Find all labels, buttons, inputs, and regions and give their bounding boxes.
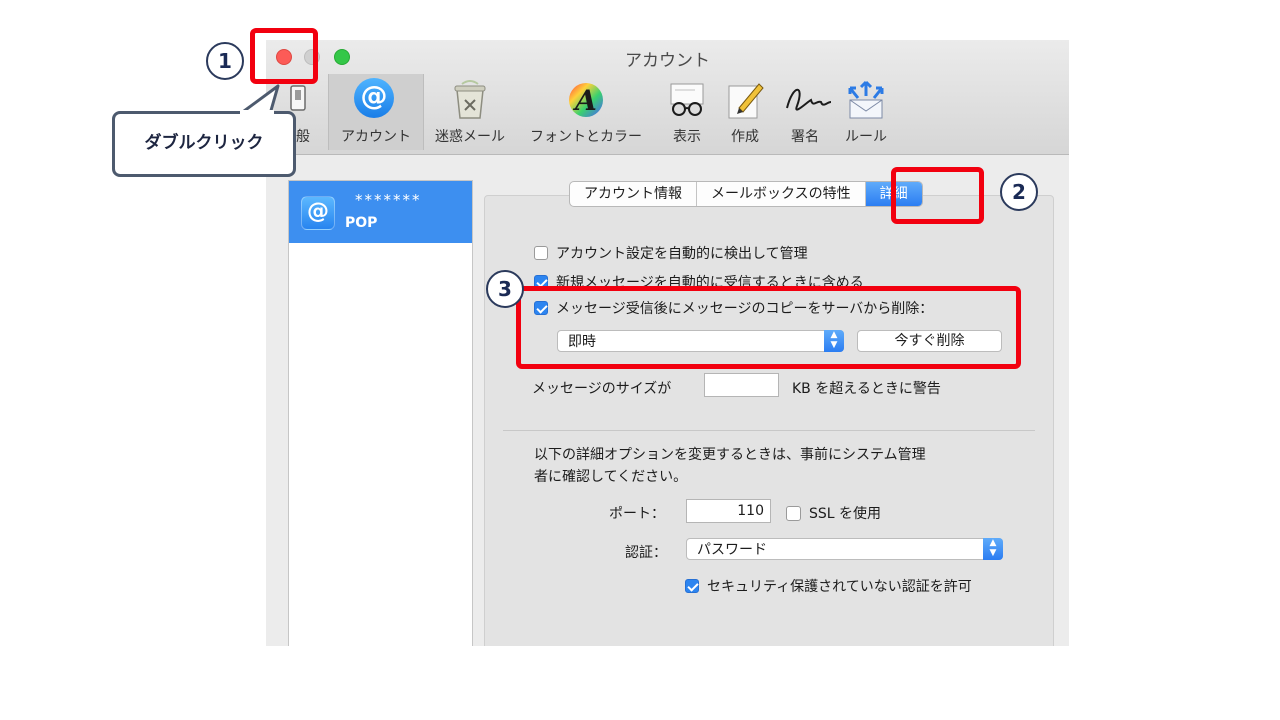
junk-trash-icon — [448, 78, 492, 122]
advanced-note-line1: 以下の詳細オプションを変更するときは、事前にシステム管理 — [534, 447, 926, 463]
insecure-auth-row: セキュリティ保護されていない認証を許可 — [685, 576, 972, 596]
rules-envelope-icon — [844, 78, 888, 122]
size-warning-prefix: メッセージのサイズが — [532, 381, 672, 397]
auth-value: パスワード — [697, 542, 767, 558]
size-warning-suffix: KB を超えるときに警告 — [792, 381, 941, 397]
auto-detect-label: アカウント設定を自動的に検出して管理 — [556, 246, 808, 262]
step-3-badge: 3 — [486, 270, 524, 308]
toolbar: アカウント 般 @ アカウント 迷惑メール A フォントとカラー 表示 作成 署… — [266, 40, 1069, 155]
glasses-icon — [665, 78, 709, 122]
ssl-checkbox[interactable] — [786, 505, 801, 521]
highlight-advanced-tab — [891, 167, 984, 224]
account-name: ******* — [355, 191, 422, 209]
signature-icon — [783, 78, 832, 122]
svg-text:A: A — [572, 84, 597, 117]
font-color-icon: A — [564, 78, 608, 122]
step-1-badge: 1 — [206, 42, 244, 80]
chevron-up-down-icon: ▲ ▼ — [983, 538, 1003, 560]
advanced-note-line2: 者に確認してください。 — [534, 469, 688, 485]
tab-mailbox-behaviors[interactable]: メールボックスの特性 — [697, 182, 866, 206]
ssl-label: SSL を使用 — [809, 506, 882, 522]
toolbar-signatures[interactable]: 署名 — [774, 74, 836, 150]
port-input[interactable]: 110 — [686, 499, 771, 523]
port-label: ポート： — [609, 506, 665, 522]
callout-text: ダブルクリック — [144, 133, 264, 153]
step-2-badge: 2 — [1000, 173, 1038, 211]
auto-detect-row: アカウント設定を自動的に検出して管理 — [534, 243, 808, 263]
toolbar-junk[interactable]: 迷惑メール — [426, 74, 514, 150]
ssl-row: SSL を使用 — [786, 503, 881, 523]
auth-label: 認証： — [625, 545, 667, 561]
auto-detect-checkbox[interactable] — [534, 246, 548, 260]
highlight-delete-settings — [516, 286, 1021, 369]
toolbar-compose[interactable]: 作成 — [718, 74, 772, 150]
account-list-item[interactable]: @ ******* POP — [289, 181, 472, 243]
toolbar-view[interactable]: 表示 — [658, 74, 716, 150]
toolbar-rules[interactable]: ルール — [836, 74, 896, 150]
auth-select[interactable]: パスワード ▲ ▼ — [686, 538, 1003, 560]
highlight-traffic-lights — [250, 28, 318, 84]
at-icon: @ — [301, 196, 335, 230]
settings-tabs: アカウント情報 メールボックスの特性 詳細 — [569, 181, 923, 207]
toolbar-account[interactable]: @ アカウント — [328, 74, 424, 150]
divider — [503, 430, 1035, 431]
account-list: @ ******* POP — [288, 180, 473, 646]
tab-account-info[interactable]: アカウント情報 — [570, 182, 697, 206]
insecure-auth-checkbox[interactable] — [685, 579, 699, 593]
at-icon: @ — [354, 78, 398, 122]
size-warning-input[interactable] — [704, 373, 779, 397]
insecure-auth-label: セキュリティ保護されていない認証を許可 — [707, 579, 972, 595]
toolbar-fonts-colors[interactable]: A フォントとカラー — [518, 74, 654, 150]
window-title: アカウント — [625, 51, 710, 71]
account-type: POP — [345, 215, 378, 231]
pencil-icon — [723, 78, 767, 122]
